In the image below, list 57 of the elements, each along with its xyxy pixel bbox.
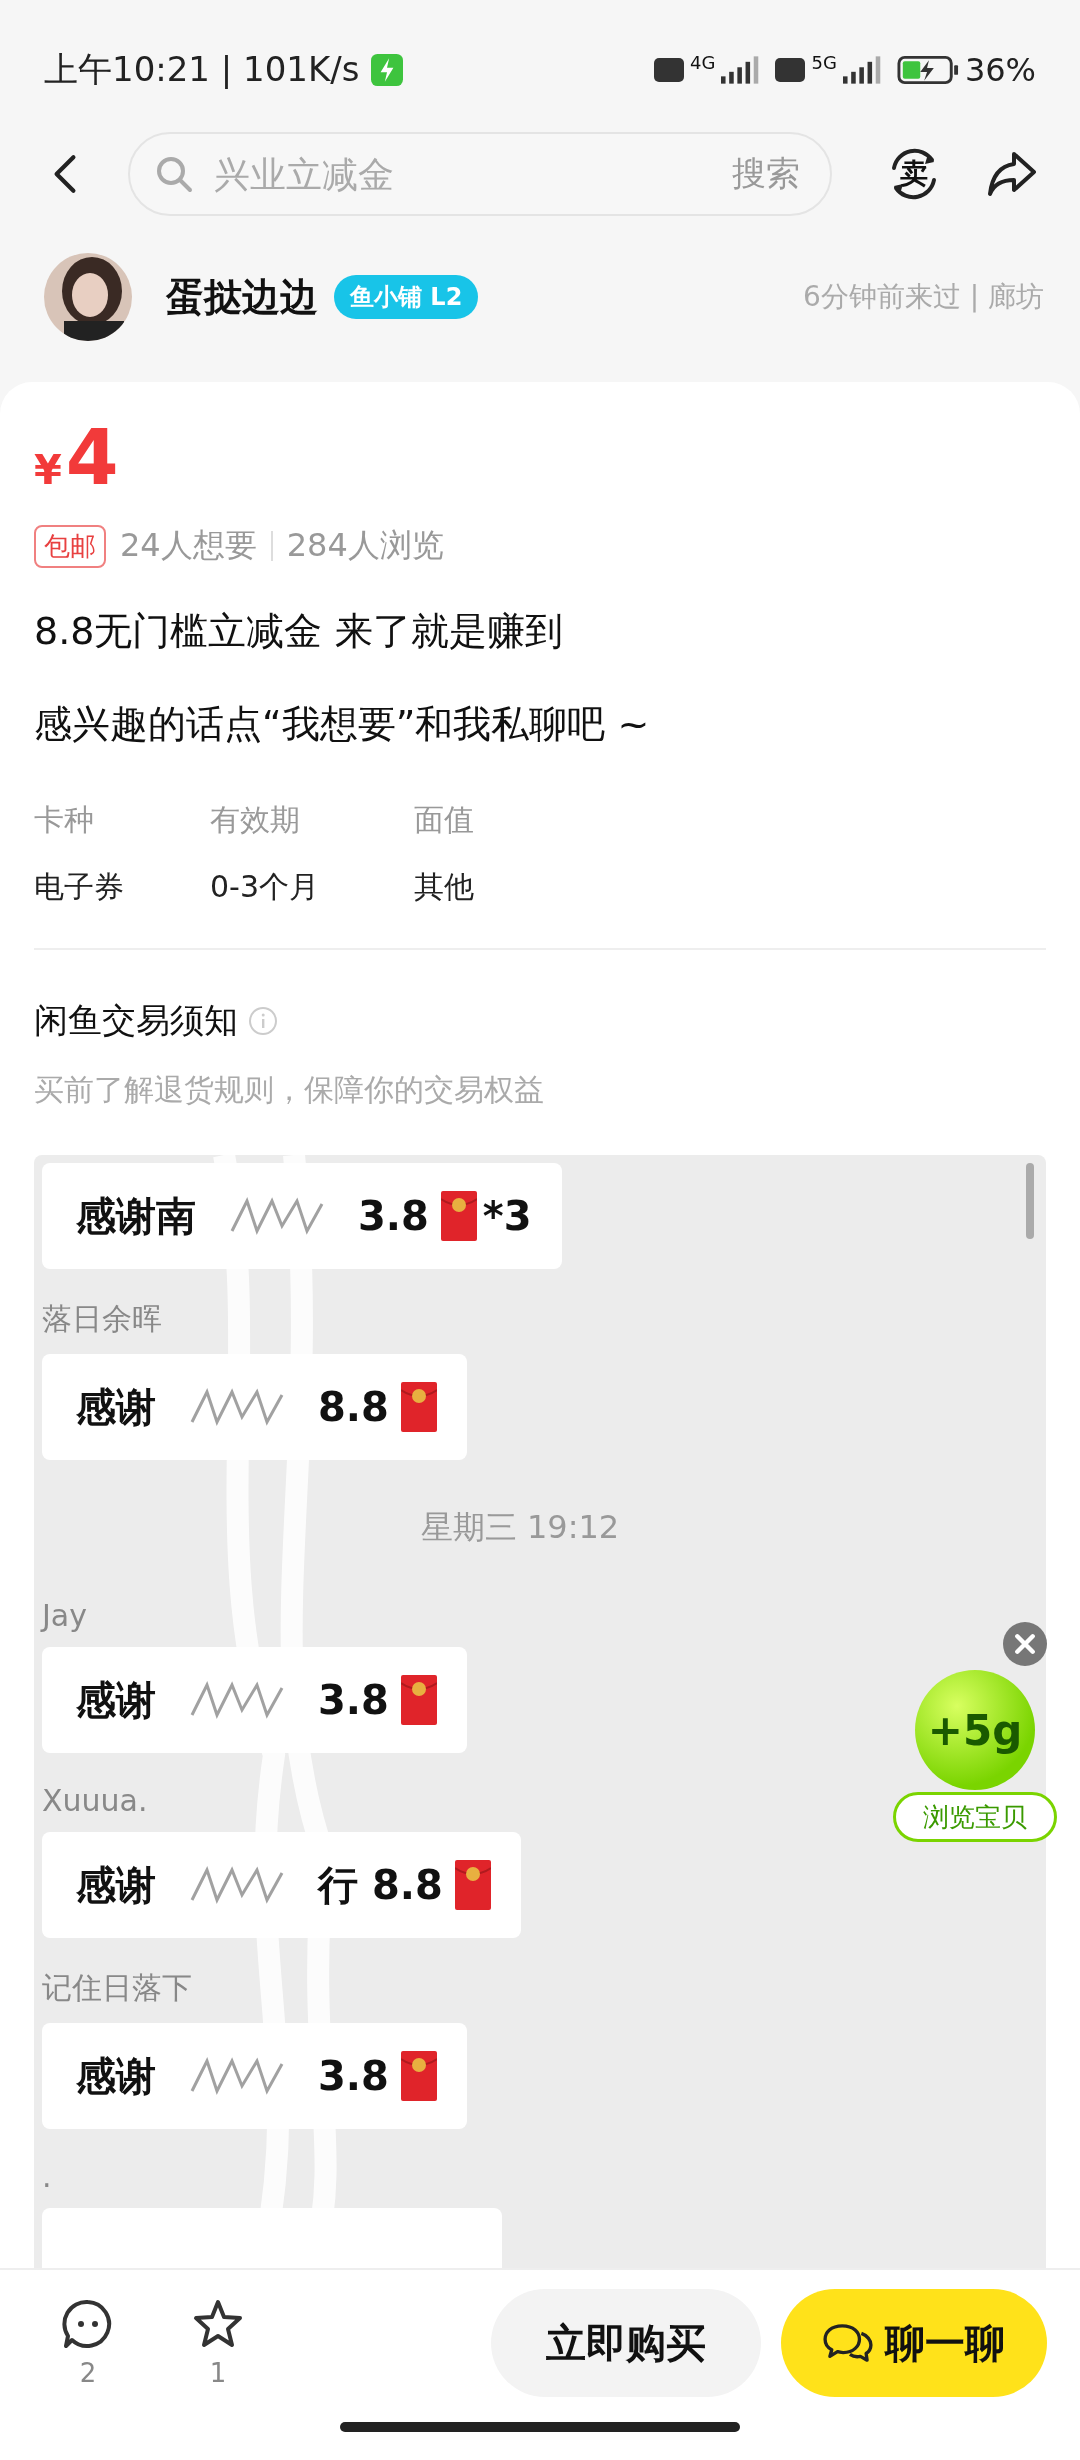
sender-name: . <box>42 2159 52 2194</box>
message-text: 8.8 <box>318 1384 389 1430</box>
chat-icon <box>823 2322 873 2364</box>
want-count: 24人想要 <box>120 525 257 566</box>
free-shipping-tag: 包邮 <box>34 524 106 568</box>
seller-name[interactable]: 蛋挞边边 <box>166 271 318 323</box>
network-label: 5G <box>811 52 837 73</box>
last-visit-text: 6分钟前来过 | 廊坊 <box>802 279 1044 315</box>
spec-label: 卡种 <box>34 801 95 839</box>
message-text: 行 8.8 <box>318 1860 443 1910</box>
view-count: 284人浏览 <box>286 525 444 566</box>
sender-name: 记住日落下 <box>42 1969 192 2007</box>
shop-level-badge: 鱼小铺 L2 <box>334 275 479 319</box>
spec-value: 0-3个月 <box>210 868 320 906</box>
back-icon[interactable] <box>52 153 78 195</box>
favorite-count: 1 <box>209 2358 227 2388</box>
spec-value: 电子券 <box>34 868 125 906</box>
message-text: 感谢 <box>76 1675 156 1725</box>
signal-icon <box>842 56 883 84</box>
charging-icon <box>371 54 404 86</box>
item-description: 感兴趣的话点“我想要”和我私聊吧 ~ <box>34 701 651 748</box>
lucky-envelope-icon <box>440 1191 477 1241</box>
message-text: 感谢 <box>76 2051 156 2101</box>
browse-items-button[interactable]: 浏览宝贝 <box>893 1792 1057 1842</box>
battery-percent: 36% <box>964 51 1036 89</box>
price: ¥4 <box>34 420 120 496</box>
message-text: 感谢 <box>76 1382 156 1432</box>
lucky-envelope-icon <box>400 1382 437 1432</box>
sender-name: Jay <box>42 1598 87 1633</box>
network-label: 4G <box>690 52 716 73</box>
message-text: 3.8 <box>318 1677 389 1723</box>
spec-value: 其他 <box>414 868 475 906</box>
spec-label: 面值 <box>414 801 475 839</box>
notice-title[interactable]: 闲鱼交易须知 <box>34 998 238 1044</box>
chat-button[interactable]: 聊一聊 <box>781 2289 1047 2397</box>
sender-name: Xuuua. <box>42 1783 148 1818</box>
buy-now-button[interactable]: 立即购买 <box>491 2289 761 2397</box>
lucky-envelope-icon <box>400 1675 437 1725</box>
chat-timestamp: 星期三 19:12 <box>420 1507 620 1548</box>
spec-label: 有效期 <box>210 801 301 839</box>
sender-name: 落日余晖 <box>42 1300 162 1338</box>
message-text: 感谢 <box>76 1860 156 1910</box>
close-icon[interactable] <box>1003 1622 1047 1666</box>
message-text: 3.8 <box>358 1193 429 1239</box>
star-icon[interactable] <box>192 2298 244 2350</box>
comment-icon[interactable] <box>62 2298 114 2350</box>
notice-subtitle: 买前了解退货规则，保障你的交易权益 <box>34 1071 545 1109</box>
lucky-envelope-icon <box>400 2051 437 2101</box>
message-text: *3 <box>482 1193 532 1239</box>
lucky-envelope-icon <box>454 1860 491 1910</box>
message-text: 感谢南 <box>76 1191 196 1241</box>
comment-count: 2 <box>79 2358 97 2388</box>
battery-icon <box>896 55 959 85</box>
status-time: 上午10:21 | 101K/s <box>44 48 360 91</box>
item-title: 8.8无门槛立减金 来了就是赚到 <box>34 608 564 655</box>
search-icon <box>154 154 194 194</box>
message-text: 3.8 <box>318 2053 389 2099</box>
